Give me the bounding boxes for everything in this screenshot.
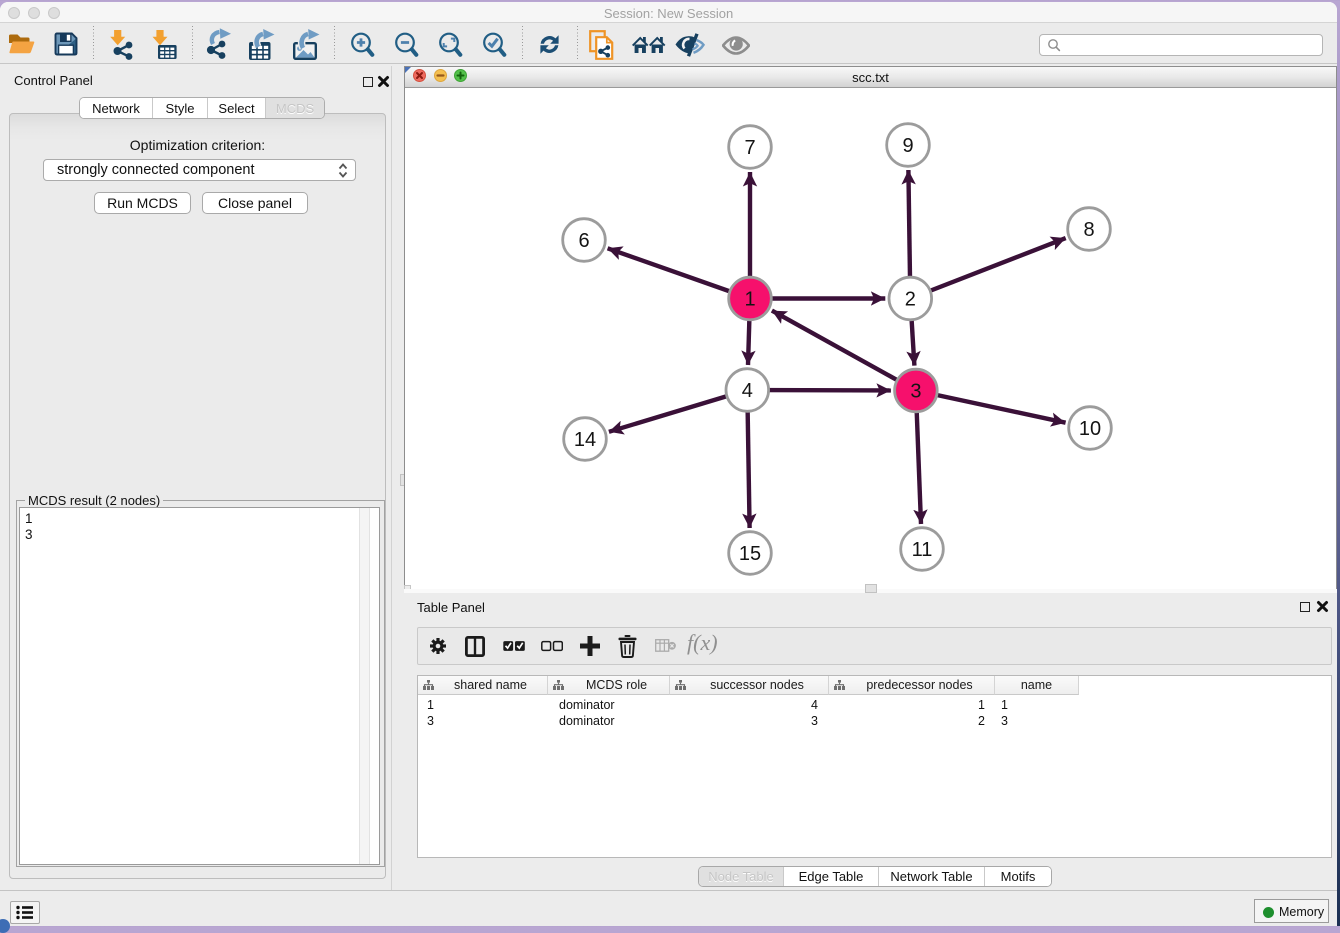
svg-text:4: 4 — [742, 380, 753, 402]
svg-text:15: 15 — [739, 543, 761, 565]
svg-text:10: 10 — [1079, 418, 1101, 440]
svg-text:9: 9 — [902, 135, 913, 157]
svg-text:14: 14 — [574, 429, 596, 451]
svg-text:1: 1 — [744, 289, 755, 311]
svg-text:7: 7 — [744, 137, 755, 159]
svg-text:3: 3 — [910, 381, 921, 403]
svg-text:8: 8 — [1083, 219, 1094, 241]
svg-text:11: 11 — [912, 539, 933, 561]
svg-text:6: 6 — [578, 230, 589, 252]
svg-text:2: 2 — [905, 289, 916, 311]
